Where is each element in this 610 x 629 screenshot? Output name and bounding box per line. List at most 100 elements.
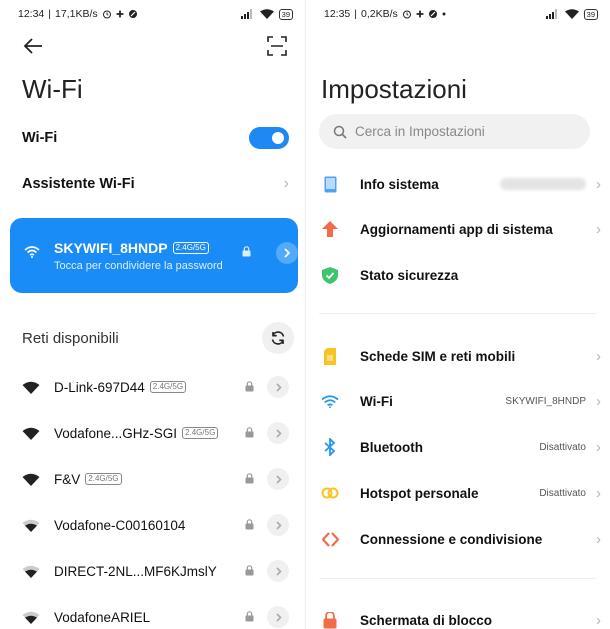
settings-item-label: Bluetooth	[360, 439, 423, 455]
chevron-right-icon	[275, 520, 282, 530]
status-separator: |	[48, 8, 52, 20]
settings-item-label: Info sistema	[360, 176, 439, 192]
wifi-icon	[321, 394, 339, 408]
settings-item-info-sistema[interactable]: Info sistema ›	[321, 167, 601, 201]
lock-icon	[245, 427, 254, 438]
wifi-assistant-row[interactable]: Assistente Wi-Fi ›	[22, 170, 289, 198]
wifi-signal-icon	[22, 473, 40, 486]
refresh-icon	[271, 331, 285, 345]
lock-icon	[245, 381, 254, 392]
bluetooth-icon	[324, 438, 336, 456]
no-disturb-icon	[128, 10, 137, 18]
status-time: 12:34	[18, 8, 45, 20]
qr-scan-icon[interactable]	[267, 36, 287, 56]
network-row[interactable]: VodafoneARIEL	[22, 602, 292, 629]
network-details-button[interactable]	[267, 422, 289, 444]
chevron-right-icon: ›	[596, 347, 601, 365]
status-bar: 12:35 | 0,2KB/s 39	[306, 0, 610, 28]
fan-icon	[115, 10, 124, 18]
settings-item-hotspot[interactable]: Hotspot personale Disattivato ›	[321, 476, 601, 510]
network-details-button[interactable]	[267, 560, 289, 582]
alarm-icon	[102, 10, 111, 19]
share-icon	[321, 531, 339, 547]
battery-indicator: 39	[278, 8, 293, 20]
band-badge: 2.4G/5G	[172, 242, 209, 254]
lock-icon	[245, 611, 254, 622]
network-name: D-Link-697D44 2.4G/5G	[54, 380, 187, 395]
hotspot-icon	[321, 487, 339, 499]
settings-item-label: Hotspot personale	[360, 485, 479, 501]
connected-network-card[interactable]: SKYWIFI_8HNDP 2.4G/5G Tocca per condivid…	[10, 218, 298, 293]
settings-item-label: Wi-Fi	[360, 393, 393, 409]
chevron-right-icon: ›	[596, 220, 601, 238]
chevron-right-icon	[275, 566, 282, 576]
status-bar: 12:34 | 17,1KB/s 39	[0, 0, 305, 28]
page-title: Wi-Fi	[22, 74, 83, 104]
wifi-signal-icon	[22, 381, 40, 394]
wifi-screen: 12:34 | 17,1KB/s 39 Wi-Fi Wi-Fi Assisten…	[0, 0, 305, 629]
chevron-right-icon	[275, 428, 282, 438]
sim-card-icon	[324, 347, 336, 365]
network-row[interactable]: F&V 2.4G/5G	[22, 464, 292, 494]
search-bar[interactable]	[319, 114, 590, 149]
band-badge: 2.4G/5G	[182, 427, 219, 439]
settings-item-label: Connessione e condivisione	[360, 531, 543, 547]
search-icon	[333, 125, 347, 139]
connected-ssid-text: SKYWIFI_8HNDP	[54, 240, 168, 256]
settings-item-sicurezza[interactable]: Stato sicurezza	[321, 258, 601, 292]
network-row[interactable]: D-Link-697D44 2.4G/5G	[22, 372, 292, 402]
network-name: DIRECT-2NL...MF6KJmslY	[54, 563, 217, 579]
network-row[interactable]: DIRECT-2NL...MF6KJmslY	[22, 556, 292, 586]
settings-item-wifi[interactable]: Wi-Fi SKYWIFI_8HNDP ›	[321, 384, 601, 418]
wifi-signal-icon	[22, 519, 40, 532]
band-badge: 2.4G/5G	[149, 381, 187, 393]
network-details-button[interactable]	[267, 376, 289, 398]
settings-item-schermata-blocco[interactable]: Schermata di blocco ›	[321, 603, 601, 629]
settings-item-connessione[interactable]: Connessione e condivisione ›	[321, 522, 601, 556]
section-divider	[319, 313, 596, 314]
network-name: Vodafone-C00160104	[54, 517, 186, 533]
network-details-button[interactable]	[267, 468, 289, 490]
device-name-value	[500, 178, 586, 190]
notification-dot-icon	[442, 12, 446, 16]
wifi-signal-icon	[22, 427, 40, 440]
signal-icon	[545, 9, 557, 19]
battery-indicator: 39	[583, 8, 598, 20]
settings-item-label: Stato sicurezza	[360, 267, 459, 283]
section-divider	[319, 578, 596, 579]
network-details-button[interactable]	[267, 606, 289, 628]
status-time: 12:35	[324, 8, 351, 20]
toggle-knob	[272, 132, 284, 144]
refresh-button[interactable]	[262, 322, 294, 354]
search-input[interactable]	[355, 124, 555, 139]
chevron-right-icon: ›	[596, 175, 601, 193]
wifi-toggle-switch[interactable]	[249, 127, 289, 149]
shield-check-icon	[322, 266, 338, 284]
back-arrow-icon[interactable]	[22, 36, 44, 56]
network-row[interactable]: Vodafone-C00160104	[22, 510, 292, 540]
settings-item-label: Schermata di blocco	[360, 612, 493, 628]
chevron-right-icon	[284, 248, 291, 258]
settings-item-value: Disattivato	[539, 441, 586, 453]
status-speed: 0,2KB/s	[361, 8, 398, 20]
lock-icon	[245, 473, 254, 484]
chevron-right-icon: ›	[596, 530, 601, 548]
settings-item-bluetooth[interactable]: Bluetooth Disattivato ›	[321, 430, 601, 464]
band-badge: 2.4G/5G	[85, 473, 122, 485]
chevron-right-icon: ›	[596, 484, 601, 502]
connected-ssid: SKYWIFI_8HNDP 2.4G/5G	[54, 240, 209, 256]
network-details-button[interactable]	[267, 514, 289, 536]
settings-item-sim[interactable]: Schede SIM e reti mobili ›	[321, 339, 601, 373]
arrow-up-icon	[322, 221, 338, 237]
network-details-button[interactable]	[276, 242, 298, 264]
network-row[interactable]: Vodafone...GHz-SGI 2.4G/5G	[22, 418, 292, 448]
settings-item-aggiornamenti[interactable]: Aggiornamenti app di sistema ›	[321, 212, 601, 246]
wifi-toggle-row[interactable]: Wi-Fi	[22, 122, 289, 154]
chevron-right-icon: ›	[596, 438, 601, 456]
settings-item-label: Aggiornamenti app di sistema	[360, 221, 553, 237]
lock-screen-icon	[323, 611, 337, 628]
settings-item-value: SKYWIFI_8HNDP	[505, 395, 586, 407]
network-name: Vodafone...GHz-SGI 2.4G/5G	[54, 426, 219, 441]
chevron-right-icon	[275, 382, 282, 392]
lock-icon	[242, 246, 251, 257]
